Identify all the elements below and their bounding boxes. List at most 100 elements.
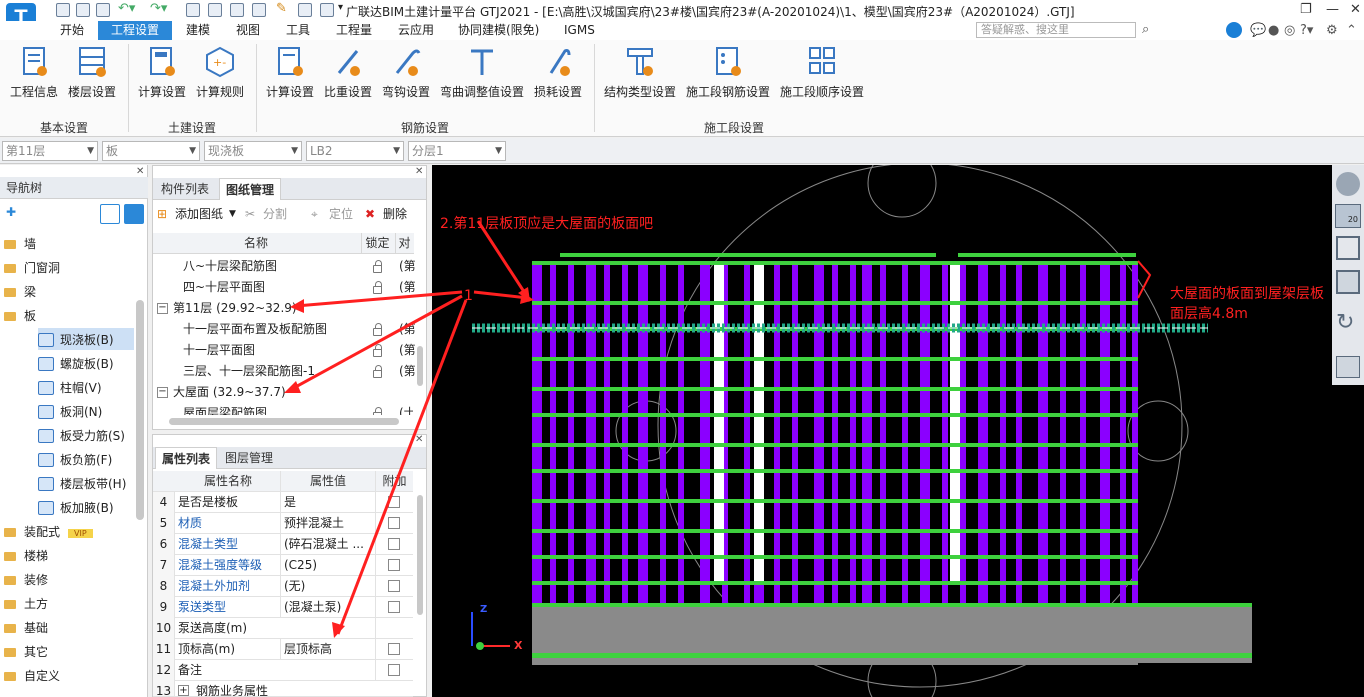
project-info-button[interactable]: 工程信息 [8, 45, 60, 100]
lock-icon[interactable] [373, 260, 382, 273]
collapse-ribbon-icon[interactable]: ⌃ [1346, 23, 1357, 38]
help-icon[interactable]: ?▾ [1300, 23, 1313, 38]
property-checkbox[interactable] [388, 538, 400, 550]
menu-cloud[interactable]: 云应用 [398, 22, 434, 39]
menu-collab[interactable]: 协同建模(限免) [458, 22, 539, 39]
component-type-select[interactable]: 现浇板 ▼ [204, 141, 302, 161]
export-icon[interactable] [320, 3, 334, 17]
collapse-icon[interactable]: − [157, 303, 168, 314]
drawing-row[interactable]: 屋面层梁配筋图 (士 [153, 403, 413, 415]
cube-view-icon[interactable] [1336, 236, 1360, 260]
lock-icon[interactable] [373, 281, 382, 294]
pencil-icon[interactable]: ✎ [276, 1, 287, 16]
search-icon[interactable]: ⌕ [1142, 22, 1149, 37]
stage-rebar-button[interactable]: 施工段钢筋设置 [684, 45, 772, 100]
lock-icon[interactable] [373, 323, 382, 336]
nav-scrollbar[interactable] [136, 300, 144, 520]
tab-property-list[interactable]: 属性列表 [155, 447, 218, 469]
nav-item-other[interactable]: 其它 [4, 640, 138, 664]
property-row[interactable]: 12 备注 [153, 660, 413, 681]
nav-item-slab-neg-rebar[interactable]: 板负筋(F) [4, 448, 138, 472]
layers-icon[interactable] [1336, 356, 1360, 378]
floor-group-row[interactable]: − 大屋面 (32.9~37.7) [153, 382, 413, 403]
nav-item-slab-main-rebar[interactable]: 板受力筋(S) [4, 424, 138, 448]
table-icon[interactable] [208, 3, 222, 17]
settings-icon[interactable]: ⚙ [1326, 23, 1338, 38]
floor-select[interactable]: 第11层 ▼ [2, 141, 98, 161]
menu-quantity[interactable]: 工程量 [336, 22, 372, 39]
menu-tools[interactable]: 工具 [286, 22, 310, 39]
search-doc-icon[interactable] [230, 3, 244, 17]
undo-icon[interactable]: ↶▾ [118, 1, 135, 16]
property-checkbox[interactable] [388, 664, 400, 676]
report-icon[interactable] [252, 3, 266, 17]
nav-item-stairs[interactable]: 楼梯 [4, 544, 138, 568]
property-row[interactable]: 9 泵送类型 (混凝土泵) [153, 597, 413, 618]
nav-item-slab-strip[interactable]: 楼层板带(H) [4, 472, 138, 496]
property-value[interactable]: 层顶标高 [280, 639, 372, 660]
nav-item-wall[interactable]: 墙 [4, 232, 138, 256]
minimize-icon[interactable]: — [1326, 2, 1339, 17]
property-row[interactable]: 10 泵送高度(m) [153, 618, 413, 639]
menu-view[interactable]: 视图 [236, 22, 260, 39]
grid-view-icon[interactable] [124, 204, 144, 224]
category-select[interactable]: 板 ▼ [102, 141, 200, 161]
property-scrollbar[interactable] [417, 495, 423, 615]
lock-icon[interactable] [373, 407, 382, 415]
drawing-row[interactable]: 十一层平面图 (第 [153, 340, 416, 361]
rotate-icon[interactable]: ↻ [1336, 310, 1354, 335]
nav-item-decoration[interactable]: 装修 [4, 568, 138, 592]
list-icon[interactable] [186, 3, 200, 17]
structure-type-button[interactable]: 结构类型设置 [602, 45, 678, 100]
weight-settings-button[interactable]: 比重设置 [322, 45, 374, 100]
property-checkbox[interactable] [388, 580, 400, 592]
nav-item-door-window[interactable]: 门窗洞 [4, 256, 138, 280]
drawing-row[interactable]: 八~十层梁配筋图 (第 [153, 256, 416, 277]
property-row[interactable]: 13 钢筋业务属性 + [153, 681, 413, 697]
expand-icon[interactable]: + [178, 685, 189, 696]
floor-group-row[interactable]: − 第11层 (29.92~32.9) [153, 298, 413, 319]
property-checkbox[interactable] [388, 517, 400, 529]
redo-icon[interactable]: ↷▾ [150, 1, 167, 16]
menu-modeling[interactable]: 建模 [186, 22, 210, 39]
bend-adjust-button[interactable]: 弯曲调整值设置 [438, 45, 526, 100]
nav-item-beam[interactable]: 梁 [4, 280, 138, 304]
property-row[interactable]: 11 顶标高(m) 层顶标高 [153, 639, 413, 660]
user-icon[interactable]: ● [1268, 23, 1279, 38]
box-icon[interactable] [1336, 270, 1360, 294]
drawing-row[interactable]: 四~十层平面图 (第 [153, 277, 416, 298]
nav-item-slab-haunch[interactable]: 板加腋(B) [4, 496, 138, 520]
menu-start[interactable]: 开始 [60, 22, 84, 39]
property-checkbox[interactable] [388, 496, 400, 508]
property-value[interactable]: 预拌混凝土 [280, 513, 372, 534]
locate-button[interactable]: 定位 [329, 202, 353, 226]
hook-settings-button[interactable]: 弯钩设置 [380, 45, 432, 100]
menu-igms[interactable]: IGMS [564, 22, 595, 39]
nav-item-slab-hole[interactable]: 板洞(N) [4, 400, 138, 424]
grid-icon[interactable] [298, 3, 312, 17]
list-view-icon[interactable] [100, 204, 120, 224]
tab-drawing-management[interactable]: 图纸管理 [219, 178, 282, 200]
property-row[interactable]: 5 材质 预拌混凝土 [153, 513, 413, 534]
property-row[interactable]: 6 混凝土类型 (碎石混凝土 ... [153, 534, 413, 555]
stage-order-button[interactable]: 施工段顺序设置 [778, 45, 866, 100]
nav-item-prefab[interactable]: 装配式 VIP [4, 520, 138, 544]
property-checkbox[interactable] [388, 601, 400, 613]
quick-access-dropdown-icon[interactable]: ▾ [338, 2, 343, 13]
property-row[interactable]: 7 混凝土强度等级 (C25) [153, 555, 413, 576]
tab-component-list[interactable]: 构件列表 [155, 178, 215, 200]
drawing-v-scrollbar[interactable] [417, 346, 423, 386]
new-file-icon[interactable] [56, 3, 70, 17]
lock-icon[interactable] [373, 344, 382, 357]
orbit-icon[interactable] [1336, 172, 1360, 196]
split-button[interactable]: 分割 [263, 202, 287, 226]
property-row[interactable]: 8 混凝土外加剂 (无) [153, 576, 413, 597]
close-panel-icon[interactable]: ✕ [136, 166, 144, 177]
user-avatar-icon[interactable] [1226, 22, 1242, 38]
property-value[interactable]: 是 [280, 492, 372, 513]
lock-icon[interactable] [373, 365, 382, 378]
nav-item-cast-slab[interactable]: 现浇板(B) [4, 328, 138, 352]
restore-icon[interactable]: ❐ [1300, 2, 1312, 17]
add-drawing-button[interactable]: 添加图纸 [175, 202, 223, 226]
nav-item-column-cap[interactable]: 柱帽(V) [4, 376, 138, 400]
